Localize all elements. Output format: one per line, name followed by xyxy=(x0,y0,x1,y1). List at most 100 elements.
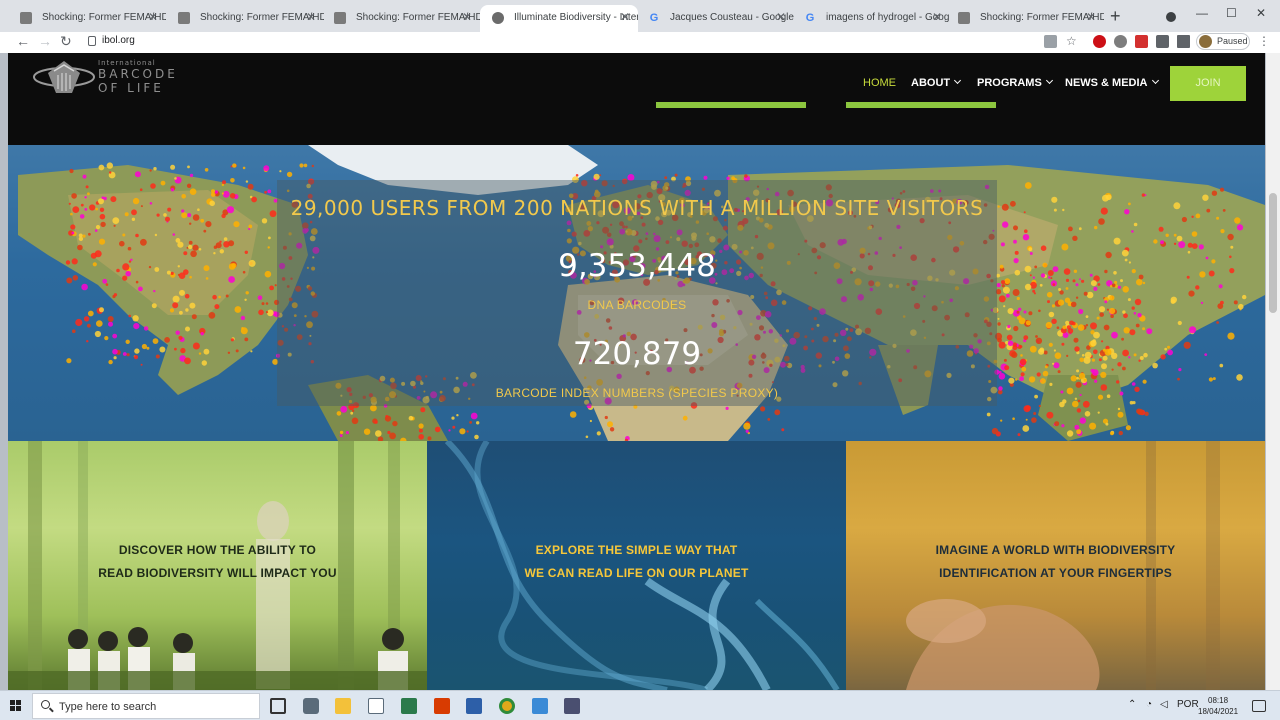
notepad-icon[interactable] xyxy=(368,698,384,714)
tile-caption[interactable]: DISCOVER HOW THE ABILITY TO READ BIODIVE… xyxy=(8,539,427,585)
observation-dot xyxy=(1049,382,1053,386)
observation-dot xyxy=(172,302,179,309)
observation-dot xyxy=(459,428,466,435)
camera-app-icon[interactable] xyxy=(303,698,319,714)
task-view-icon[interactable] xyxy=(270,698,286,714)
page-viewport: International BARCODE OF LIFE HOME ABOUT… xyxy=(0,53,1280,690)
browser-tab-active[interactable]: Illuminate Biodiversity - Interna ✕ xyxy=(480,5,638,32)
close-tab-icon[interactable]: ✕ xyxy=(306,5,316,30)
ibol-logo-icon[interactable] xyxy=(32,55,96,99)
nav-item-home[interactable]: HOME xyxy=(863,77,896,89)
tile-read-biodiversity[interactable]: DISCOVER HOW THE ABILITY TO READ BIODIVE… xyxy=(8,441,427,690)
chevron-down-icon xyxy=(1151,76,1159,85)
observation-dot xyxy=(1076,429,1082,435)
observation-dot xyxy=(131,217,136,221)
join-button[interactable]: JOIN xyxy=(1170,66,1246,101)
observation-dot xyxy=(1052,266,1059,272)
observation-dot xyxy=(1176,235,1183,242)
menu-kebab-icon[interactable]: ⋮ xyxy=(1258,32,1270,50)
browser-tab[interactable]: G Jacques Cousteau - Google Sea ✕ xyxy=(636,5,794,32)
logo-wordmark[interactable]: International BARCODE OF LIFE xyxy=(98,59,178,95)
taskbar-search-box[interactable]: Type here to search xyxy=(32,693,260,719)
nav-item-news-media[interactable]: NEWS & MEDIA xyxy=(1065,76,1159,89)
app-icon[interactable] xyxy=(564,698,580,714)
forward-button[interactable]: → xyxy=(38,32,52,50)
observation-dot xyxy=(266,309,274,317)
observation-dot xyxy=(122,275,128,281)
scrollbar-thumb[interactable] xyxy=(1269,193,1277,313)
observation-dot xyxy=(1006,334,1013,341)
photos-app-icon[interactable] xyxy=(401,698,417,714)
minimize-button[interactable]: — xyxy=(1196,6,1208,20)
page-scrollbar[interactable] xyxy=(1266,53,1280,690)
observation-dot xyxy=(177,265,180,268)
close-tab-icon[interactable]: ✕ xyxy=(1086,5,1096,30)
opera-extension-icon[interactable] xyxy=(1093,35,1106,48)
observation-dot xyxy=(221,183,225,187)
language-indicator[interactable]: POR xyxy=(1177,699,1199,710)
observation-dot xyxy=(682,415,688,421)
volume-icon[interactable]: ◁ xyxy=(1160,699,1168,710)
lock-icon[interactable] xyxy=(88,36,96,46)
observation-dot xyxy=(1202,194,1209,201)
browser-tab[interactable]: G imagens of hydrogel - Google ✕ xyxy=(792,5,950,32)
hero-button-edge[interactable] xyxy=(656,102,806,108)
network-icon[interactable]: ◔ xyxy=(1146,699,1152,710)
translate-icon[interactable] xyxy=(1044,35,1057,48)
windows-start-icon[interactable] xyxy=(10,700,22,712)
browser-tab[interactable]: Shocking: Former FEMA/HDS C ✕ xyxy=(8,5,166,32)
observation-dot xyxy=(94,229,98,232)
maximize-button[interactable]: ☐ xyxy=(1226,6,1237,20)
close-tab-icon[interactable]: ✕ xyxy=(932,5,942,30)
new-tab-button[interactable]: + xyxy=(1110,6,1121,26)
tile-caption[interactable]: EXPLORE THE SIMPLE WAY THAT WE CAN READ … xyxy=(427,539,846,585)
observation-dot xyxy=(1004,278,1011,285)
observation-dot xyxy=(146,346,150,350)
puzzle-icon[interactable] xyxy=(1156,35,1169,48)
browser-tab[interactable]: Shocking: Former FEMA/HDS C ✕ xyxy=(166,5,324,32)
observation-dot xyxy=(261,218,268,224)
observation-dot xyxy=(1000,242,1005,247)
notifications-icon[interactable] xyxy=(1252,700,1266,712)
office-app-icon[interactable] xyxy=(434,698,450,714)
browser-tab[interactable]: Shocking: Former FEMA/HDS C ✕ xyxy=(946,5,1104,32)
observation-dot xyxy=(1007,324,1011,329)
photo-viewer-icon[interactable] xyxy=(532,698,548,714)
bookmark-star-icon[interactable]: ☆ xyxy=(1066,35,1079,48)
address-bar[interactable]: ibol.org xyxy=(80,33,1040,51)
tile-identification[interactable]: IMAGINE A WORLD WITH BIODIVERSITY IDENTI… xyxy=(846,441,1265,690)
browser-tab-strip: Shocking: Former FEMA/HDS C ✕ Shocking: … xyxy=(0,0,1280,32)
observation-dot xyxy=(125,339,130,344)
shield-extension-icon[interactable] xyxy=(1135,35,1148,48)
tile-caption[interactable]: IMAGINE A WORLD WITH BIODIVERSITY IDENTI… xyxy=(846,539,1265,585)
observation-dot xyxy=(1216,321,1219,324)
reading-list-icon[interactable] xyxy=(1177,35,1190,48)
close-tab-icon[interactable]: ✕ xyxy=(148,5,158,30)
extension-icon[interactable] xyxy=(1114,35,1127,48)
media-control-icon[interactable] xyxy=(1166,12,1176,22)
taskbar-clock[interactable]: 08:18 18/04/2021 xyxy=(1198,695,1238,717)
observation-dot xyxy=(247,183,254,190)
nav-item-about[interactable]: ABOUT xyxy=(911,76,962,89)
close-window-button[interactable]: ✕ xyxy=(1256,6,1266,20)
chevron-up-icon[interactable]: ⌃ xyxy=(1128,699,1136,710)
observation-dot xyxy=(181,212,188,219)
file-explorer-icon[interactable] xyxy=(335,698,351,714)
observation-dot xyxy=(131,209,137,216)
observation-dot xyxy=(200,332,204,336)
hero-button-edge[interactable] xyxy=(846,102,996,108)
nav-item-programs[interactable]: PROGRAMS xyxy=(977,76,1053,89)
observation-dot xyxy=(1110,431,1114,436)
profile-button[interactable]: Paused xyxy=(1196,33,1250,50)
tile-read-life[interactable]: EXPLORE THE SIMPLE WAY THAT WE CAN READ … xyxy=(427,441,846,690)
store-app-icon[interactable] xyxy=(466,698,482,714)
close-tab-icon[interactable]: ✕ xyxy=(462,5,472,30)
chrome-icon[interactable] xyxy=(499,698,515,714)
close-tab-icon[interactable]: ✕ xyxy=(620,5,630,30)
browser-tab[interactable]: Shocking: Former FEMA/HDS C ✕ xyxy=(322,5,480,32)
observation-dot xyxy=(221,192,224,195)
back-button[interactable]: ← xyxy=(16,32,30,50)
close-tab-icon[interactable]: ✕ xyxy=(776,5,786,30)
reload-button[interactable]: ↻ xyxy=(60,32,72,50)
observation-dot xyxy=(1047,300,1050,304)
